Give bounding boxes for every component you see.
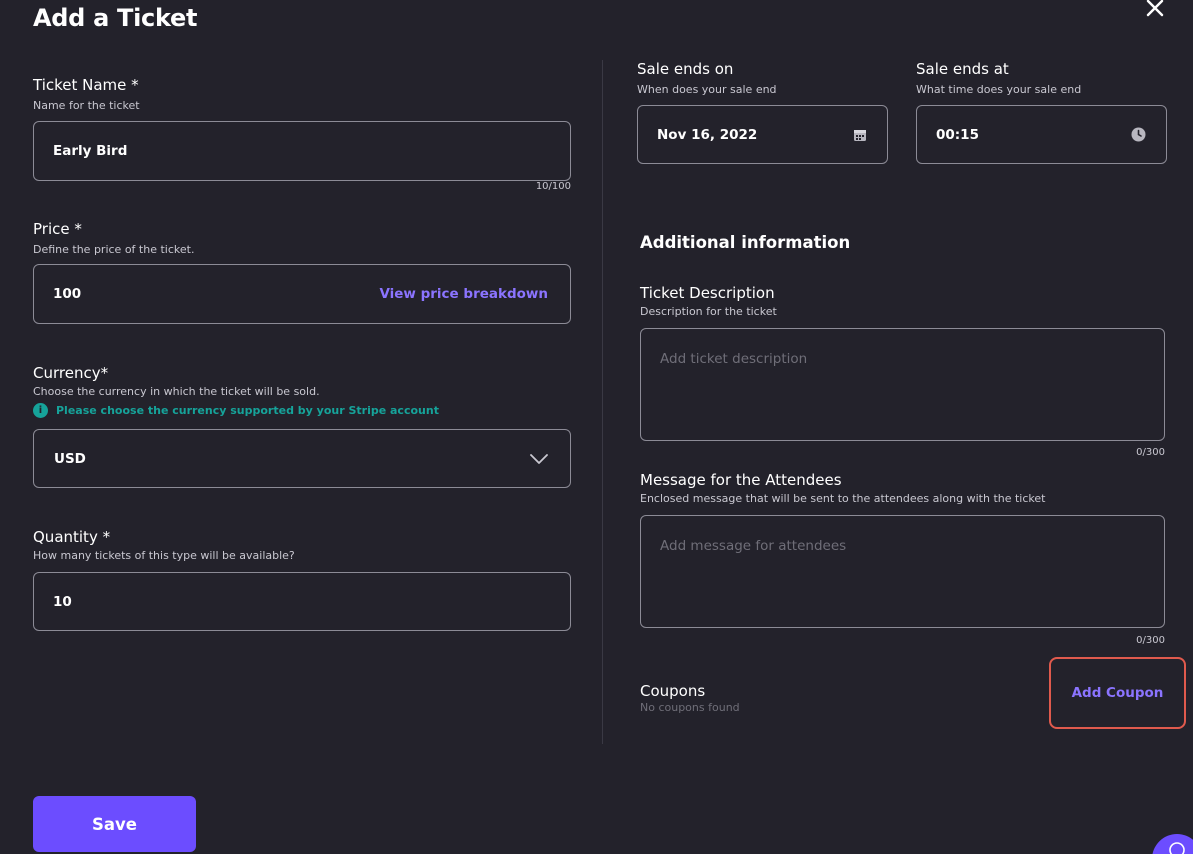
column-divider [602, 60, 603, 744]
currency-selected-value: USD [54, 450, 86, 467]
calendar-icon[interactable] [853, 128, 867, 142]
help-chat-button[interactable] [1152, 834, 1193, 854]
coupons-help: No coupons found [640, 701, 740, 714]
sale-end-date-value: Nov 16, 2022 [657, 126, 758, 143]
ticket-name-value: Early Bird [53, 143, 128, 159]
additional-info-heading: Additional information [640, 233, 851, 252]
ticket-name-help: Name for the ticket [33, 99, 140, 112]
add-coupon-button[interactable]: Add Coupon [1049, 657, 1186, 729]
ticket-description-placeholder: Add ticket description [660, 351, 808, 367]
attendee-message-placeholder: Add message for attendees [660, 538, 847, 554]
ticket-name-label: Ticket Name * [33, 76, 139, 94]
sale-end-time-value: 00:15 [936, 126, 979, 143]
currency-select[interactable]: USD [33, 429, 571, 488]
quantity-value: 10 [53, 593, 72, 610]
price-input[interactable]: 100 View price breakdown [33, 264, 571, 324]
sale-end-date-input[interactable]: Nov 16, 2022 [637, 105, 888, 164]
ticket-name-input[interactable]: Early Bird [33, 121, 571, 181]
price-label: Price * [33, 220, 82, 238]
currency-note-text: Please choose the currency supported by … [56, 404, 439, 417]
info-icon: i [33, 403, 48, 418]
sale-ends-at-label: Sale ends at [916, 60, 1009, 78]
attendee-message-counter: 0/300 [1136, 635, 1165, 646]
sale-end-time-input[interactable]: 00:15 [916, 105, 1167, 164]
quantity-label: Quantity * [33, 528, 111, 546]
quantity-help: How many tickets of this type will be av… [33, 549, 295, 562]
attendee-message-label: Message for the Attendees [640, 471, 842, 489]
add-coupon-label[interactable]: Add Coupon [1072, 685, 1164, 701]
view-price-breakdown-link[interactable]: View price breakdown [379, 286, 548, 302]
sale-ends-at-help: What time does your sale end [916, 83, 1082, 96]
currency-note: i Please choose the currency supported b… [33, 403, 439, 418]
close-button[interactable] [1143, 0, 1167, 20]
close-icon[interactable] [1146, 0, 1164, 17]
chevron-down-icon [530, 453, 548, 464]
sale-ends-on-help: When does your sale end [637, 83, 777, 96]
price-value: 100 [53, 286, 82, 302]
ticket-description-textarea[interactable]: Add ticket description [640, 328, 1165, 441]
currency-help: Choose the currency in which the ticket … [33, 385, 320, 398]
clock-icon[interactable] [1131, 127, 1146, 142]
save-button[interactable]: Save [33, 796, 196, 852]
ticket-description-help: Description for the ticket [640, 305, 777, 318]
ticket-description-counter: 0/300 [1136, 447, 1165, 458]
sale-ends-on-label: Sale ends on [637, 60, 734, 78]
coupons-label: Coupons [640, 682, 706, 700]
quantity-input[interactable]: 10 [33, 572, 571, 631]
currency-label: Currency* [33, 364, 109, 382]
ticket-description-label: Ticket Description [640, 284, 775, 302]
attendee-message-textarea[interactable]: Add message for attendees [640, 515, 1165, 628]
attendee-message-help: Enclosed message that will be sent to th… [640, 492, 1046, 505]
price-help: Define the price of the ticket. [33, 243, 195, 256]
ticket-name-counter: 10/100 [535, 181, 571, 192]
dialog-title: Add a Ticket [33, 4, 198, 32]
chat-icon [1169, 842, 1185, 854]
